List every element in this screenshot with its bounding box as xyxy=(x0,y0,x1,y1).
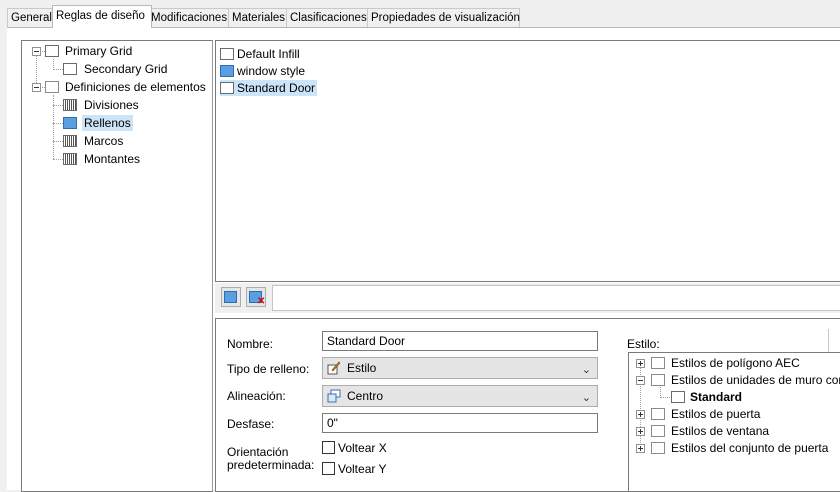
tree-connector xyxy=(53,123,63,124)
list-item[interactable]: Default Infill xyxy=(220,46,302,62)
style-tree-item-selected[interactable]: Standard xyxy=(690,389,742,405)
folder-icon xyxy=(651,425,665,437)
tab-general[interactable]: General xyxy=(7,8,57,27)
style-label: Estilo: xyxy=(627,337,660,351)
flip-x-checkbox[interactable] xyxy=(322,441,335,454)
tree-connector xyxy=(53,141,63,142)
expand-icon[interactable] xyxy=(636,427,645,436)
new-infill-button[interactable] xyxy=(221,287,241,307)
flip-x-label[interactable]: Voltear X xyxy=(338,441,387,455)
delete-mark-icon: ✕ xyxy=(257,296,266,307)
name-label: Nombre: xyxy=(227,337,274,351)
flip-y-checkbox[interactable] xyxy=(322,462,335,475)
folder-icon xyxy=(651,357,665,369)
offset-field[interactable]: 0" xyxy=(322,413,598,433)
list-toolbar: ✕ xyxy=(215,283,840,313)
alignment-value: Centro xyxy=(347,389,384,403)
expand-icon[interactable] xyxy=(636,444,645,453)
frames-icon xyxy=(63,135,77,147)
alignment-icon xyxy=(327,389,341,403)
orientation-label: predeterminada: xyxy=(227,458,315,472)
tree-item-divisions[interactable]: Divisiones xyxy=(84,97,139,113)
door-infill-icon xyxy=(220,48,234,60)
style-unit-icon xyxy=(671,391,685,403)
chevron-down-icon: ⌄ xyxy=(581,392,591,404)
tab-design-rules[interactable]: Reglas de diseño xyxy=(52,5,152,28)
tab-classifications[interactable]: Clasificaciones xyxy=(286,8,372,27)
description-field[interactable] xyxy=(272,285,840,311)
mullions-icon xyxy=(63,153,77,165)
expand-icon[interactable] xyxy=(636,359,645,368)
offset-label: Desfase: xyxy=(227,417,275,431)
tree-item-primary-grid[interactable]: Primary Grid xyxy=(65,43,132,59)
infill-type-select[interactable]: Estilo ⌄ xyxy=(322,357,598,379)
style-brush-icon xyxy=(327,361,341,375)
grid-icon xyxy=(45,45,59,57)
folder-icon xyxy=(651,408,665,420)
flip-y-label[interactable]: Voltear Y xyxy=(338,462,386,476)
tree-item-infills[interactable]: Rellenos xyxy=(82,115,133,131)
collapse-primary-grid-icon[interactable] xyxy=(32,47,41,56)
tree-connector xyxy=(53,105,63,106)
divisions-icon xyxy=(63,99,77,111)
style-tree-item[interactable]: Estilos de polígono AEC xyxy=(671,355,800,371)
folder-icon xyxy=(651,374,665,386)
tree-connector xyxy=(660,397,670,398)
new-infill-icon xyxy=(224,291,237,303)
infill-list[interactable]: Default Infill window style Standard Doo… xyxy=(215,40,840,282)
name-field[interactable]: Standard Door xyxy=(322,331,598,351)
door-infill-icon xyxy=(220,82,234,94)
chevron-down-icon: ⌄ xyxy=(581,364,591,376)
tree-item-element-definitions[interactable]: Definiciones de elementos xyxy=(65,79,206,95)
alignment-label: Alineación: xyxy=(227,389,286,403)
tree-item-mullions[interactable]: Montantes xyxy=(84,151,140,167)
tree-item-secondary-grid[interactable]: Secondary Grid xyxy=(84,61,167,77)
grid-icon xyxy=(63,63,77,75)
style-tree-item[interactable]: Estilos de ventana xyxy=(671,423,769,439)
alignment-select[interactable]: Centro ⌄ xyxy=(322,385,598,407)
tab-overrides[interactable]: Modificaciones xyxy=(147,8,233,27)
tree-item-frames[interactable]: Marcos xyxy=(84,133,123,149)
list-item-selected[interactable]: Standard Door xyxy=(220,80,318,96)
orientation-label: Orientación xyxy=(227,445,289,459)
infill-icon xyxy=(63,117,77,129)
element-tree[interactable]: Primary Grid Secondary Grid Definiciones… xyxy=(21,40,213,492)
tree-connector xyxy=(53,159,63,160)
style-tree-item[interactable]: Estilos de puerta xyxy=(671,406,760,422)
list-item[interactable]: window style xyxy=(220,63,307,79)
style-tree[interactable]: Estilos de polígono AEC Estilos de unida… xyxy=(628,352,840,492)
infill-type-value: Estilo xyxy=(347,361,377,375)
delete-infill-button[interactable]: ✕ xyxy=(246,287,266,307)
collapse-icon[interactable] xyxy=(636,376,645,385)
infill-type-label: Tipo de relleno: xyxy=(227,362,310,376)
list-item-label: window style xyxy=(237,64,306,78)
style-tree-item[interactable]: Estilos de unidades de muro cortina xyxy=(671,372,840,388)
folder-icon xyxy=(651,442,665,454)
list-item-label: Default Infill xyxy=(237,47,300,61)
expand-icon[interactable] xyxy=(636,410,645,419)
list-item-label: Standard Door xyxy=(237,81,316,95)
tab-display-properties[interactable]: Propiedades de visualización xyxy=(367,8,520,27)
style-tree-item[interactable]: Estilos del conjunto de puerta xyxy=(671,440,828,456)
tree-connector xyxy=(53,69,63,70)
tab-materials[interactable]: Materiales xyxy=(228,8,291,27)
infill-icon xyxy=(220,65,234,77)
collapse-element-definitions-icon[interactable] xyxy=(32,83,41,92)
folder-icon xyxy=(45,81,59,93)
